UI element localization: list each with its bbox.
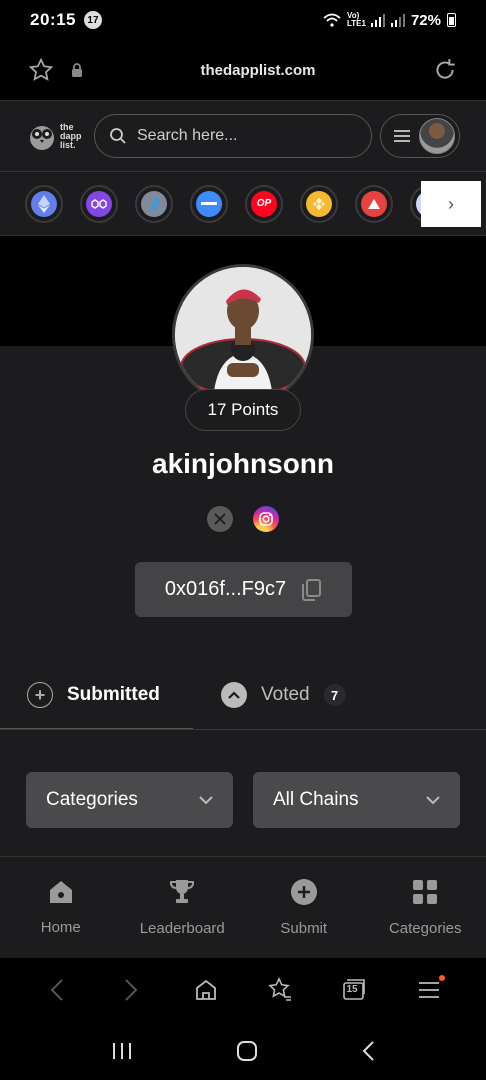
nav-categories-label: Categories bbox=[388, 920, 462, 937]
copy-icon bbox=[302, 578, 322, 601]
arbitrum-icon bbox=[141, 190, 167, 217]
tab-submitted[interactable]: + Submitted bbox=[27, 660, 160, 730]
bottom-nav: Home Leaderboard Submit Categories bbox=[0, 856, 486, 958]
browser-back-button[interactable] bbox=[37, 978, 77, 1002]
categories-select-value: Categories bbox=[46, 789, 138, 810]
notification-count-badge: 17 bbox=[83, 11, 102, 29]
home-button-icon[interactable] bbox=[236, 1040, 258, 1062]
system-navigation bbox=[0, 1022, 486, 1080]
star-icon[interactable] bbox=[28, 57, 54, 83]
chevron-down-icon bbox=[199, 795, 213, 804]
browser-home-button[interactable] bbox=[186, 978, 226, 1002]
chevron-down-icon bbox=[426, 795, 440, 804]
optimism-icon: OP bbox=[251, 190, 277, 217]
browser-forward-button[interactable] bbox=[111, 978, 151, 1002]
tab-submitted-label: Submitted bbox=[67, 684, 160, 705]
wallet-address-copy[interactable]: 0x016f...F9c7 bbox=[135, 562, 352, 617]
bnb-icon bbox=[306, 190, 332, 217]
polygon-icon bbox=[86, 190, 112, 217]
user-menu-button[interactable] bbox=[380, 114, 460, 158]
x-twitter-icon[interactable] bbox=[207, 506, 233, 532]
tab-count: 15 bbox=[346, 984, 358, 995]
trophy-icon bbox=[170, 880, 195, 903]
points-badge: 17 Points bbox=[185, 389, 301, 431]
chain-avalanche[interactable] bbox=[355, 184, 393, 223]
profile-tabs: + Submitted Voted 7 bbox=[0, 660, 486, 730]
status-bar: 20:15 17 Vo) LTE1 72% bbox=[0, 0, 486, 40]
tab-voted-label: Voted bbox=[261, 684, 310, 705]
chain-optimism[interactable]: OP bbox=[245, 184, 283, 223]
plus-circle-icon: + bbox=[27, 682, 53, 708]
star-list-icon bbox=[268, 977, 292, 1001]
linea-icon bbox=[196, 190, 222, 217]
status-time: 20:15 bbox=[30, 10, 76, 29]
hamburger-icon bbox=[394, 130, 410, 142]
browser-toolbar: 15 bbox=[0, 958, 486, 1022]
chain-bnb[interactable] bbox=[300, 184, 338, 223]
nav-submit-label: Submit bbox=[280, 920, 328, 937]
chains-next-button[interactable]: › bbox=[421, 181, 481, 227]
chain-polygon[interactable] bbox=[80, 184, 118, 223]
battery-percent: 72% bbox=[410, 11, 441, 29]
search-input[interactable]: Search here... bbox=[94, 114, 372, 158]
network-label: Vo) LTE1 bbox=[346, 11, 366, 28]
chevron-right-icon: › bbox=[448, 193, 454, 214]
lock-icon bbox=[72, 63, 82, 77]
site-header: the dapp list. Search here... bbox=[0, 100, 486, 172]
home-icon bbox=[195, 979, 216, 1000]
browser-menu-button[interactable] bbox=[409, 975, 449, 999]
nav-leaderboard-label: Leaderboard bbox=[139, 920, 225, 937]
notification-dot bbox=[438, 975, 445, 981]
status-indicators: Vo) LTE1 72% bbox=[323, 12, 456, 29]
tab-voted[interactable]: Voted 7 bbox=[221, 660, 346, 730]
back-icon[interactable] bbox=[361, 1040, 375, 1062]
nav-home-label: Home bbox=[40, 919, 81, 936]
hamburger-icon bbox=[418, 982, 439, 998]
battery-icon bbox=[447, 13, 456, 27]
owl-icon bbox=[30, 126, 54, 150]
social-links bbox=[207, 506, 279, 532]
recent-apps-icon[interactable] bbox=[111, 1041, 133, 1061]
tabs-divider bbox=[0, 729, 486, 730]
chevron-up-icon bbox=[221, 682, 247, 708]
signal-2-icon bbox=[390, 13, 405, 27]
search-icon bbox=[110, 128, 126, 144]
browser-tabs-button[interactable]: 15 bbox=[334, 978, 374, 1002]
filters: Categories All Chains bbox=[26, 772, 461, 828]
chains-select-value: All Chains bbox=[273, 789, 359, 810]
reload-icon[interactable] bbox=[432, 57, 458, 83]
instagram-icon[interactable] bbox=[253, 506, 279, 532]
user-avatar bbox=[419, 118, 455, 154]
dapplist-logo[interactable]: the dapp list. bbox=[28, 121, 94, 151]
wallet-address: 0x016f...F9c7 bbox=[164, 578, 287, 600]
nav-home[interactable]: Home bbox=[0, 857, 122, 958]
nav-categories[interactable]: Categories bbox=[365, 857, 486, 958]
chain-ethereum[interactable] bbox=[25, 184, 63, 223]
chain-filter-row: OP › bbox=[0, 172, 486, 236]
ethereum-icon bbox=[31, 190, 57, 217]
logo-wordmark: the dapp list. bbox=[60, 122, 82, 150]
url-text[interactable]: thedapplist.com bbox=[84, 62, 432, 79]
browser-url-bar: thedapplist.com bbox=[0, 40, 486, 100]
grid-icon bbox=[413, 880, 438, 904]
nav-submit[interactable]: Submit bbox=[243, 857, 365, 958]
profile-username: akinjohnsonn bbox=[152, 448, 334, 479]
chains-select[interactable]: All Chains bbox=[253, 772, 460, 828]
home-icon bbox=[49, 881, 72, 903]
nav-leaderboard[interactable]: Leaderboard bbox=[122, 857, 244, 958]
profile-avatar bbox=[172, 264, 314, 406]
browser-bookmarks-button[interactable] bbox=[260, 977, 300, 1003]
plus-circle-icon bbox=[290, 879, 317, 905]
chain-linea[interactable] bbox=[190, 184, 228, 223]
avalanche-icon bbox=[361, 190, 387, 217]
chain-arbitrum[interactable] bbox=[135, 184, 173, 223]
chevron-right-icon bbox=[125, 979, 138, 1001]
signal-icon bbox=[370, 13, 385, 27]
chevron-left-icon bbox=[50, 979, 63, 1001]
voted-count-badge: 7 bbox=[323, 684, 346, 706]
categories-select[interactable]: Categories bbox=[26, 772, 233, 828]
logo-word-list: list. bbox=[60, 139, 76, 150]
search-placeholder: Search here... bbox=[137, 127, 238, 144]
wifi-icon bbox=[323, 13, 341, 27]
